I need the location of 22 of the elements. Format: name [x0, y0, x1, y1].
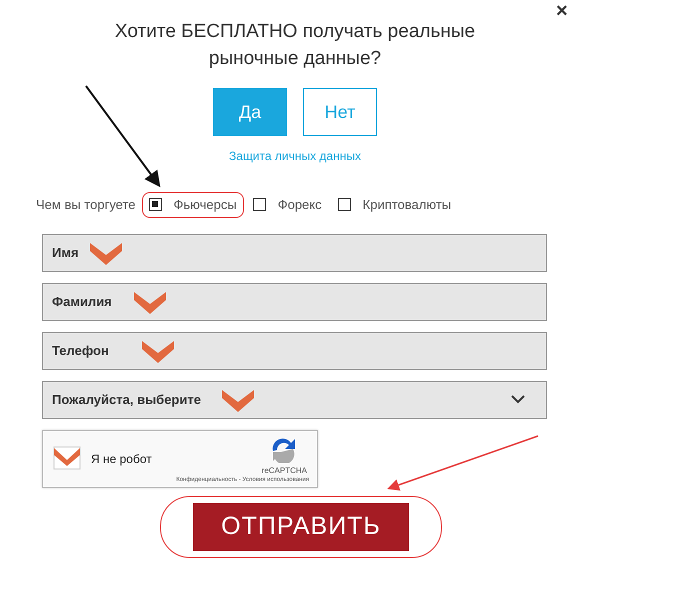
question-label: Чем вы торгуете — [36, 196, 136, 214]
chevron-icon — [134, 292, 166, 314]
checkbox-label: Фьючерсы — [174, 196, 237, 214]
caret-icon — [511, 395, 525, 404]
submit-button[interactable]: ОТПРАВИТЬ — [193, 502, 409, 550]
captcha-brand: reCAPTCHA — [262, 464, 307, 476]
close-button[interactable]: × — [556, 0, 568, 26]
checkmark-icon — [53, 446, 81, 470]
checkbox[interactable] — [148, 198, 162, 212]
input-field[interactable]: Имя — [42, 234, 547, 272]
captcha-label: Я не робот — [91, 450, 152, 468]
dropdown[interactable]: Пожалуйста, выберите — [42, 380, 547, 418]
checkbox-label: Криптовалюты — [362, 196, 452, 214]
dialog-title: Хотите БЕСПЛАТНО получать реальные рыночные данные? — [114, 20, 476, 71]
checkbox[interactable] — [338, 198, 351, 212]
chevron-icon — [142, 340, 174, 362]
checkbox-label: Форекс — [278, 196, 322, 214]
chevron-icon — [90, 242, 122, 264]
input-field[interactable]: Фамилия — [42, 282, 547, 320]
chevron-icon — [222, 390, 254, 412]
checkbox[interactable] — [252, 198, 266, 212]
input-field[interactable]: Телефон — [42, 332, 547, 370]
